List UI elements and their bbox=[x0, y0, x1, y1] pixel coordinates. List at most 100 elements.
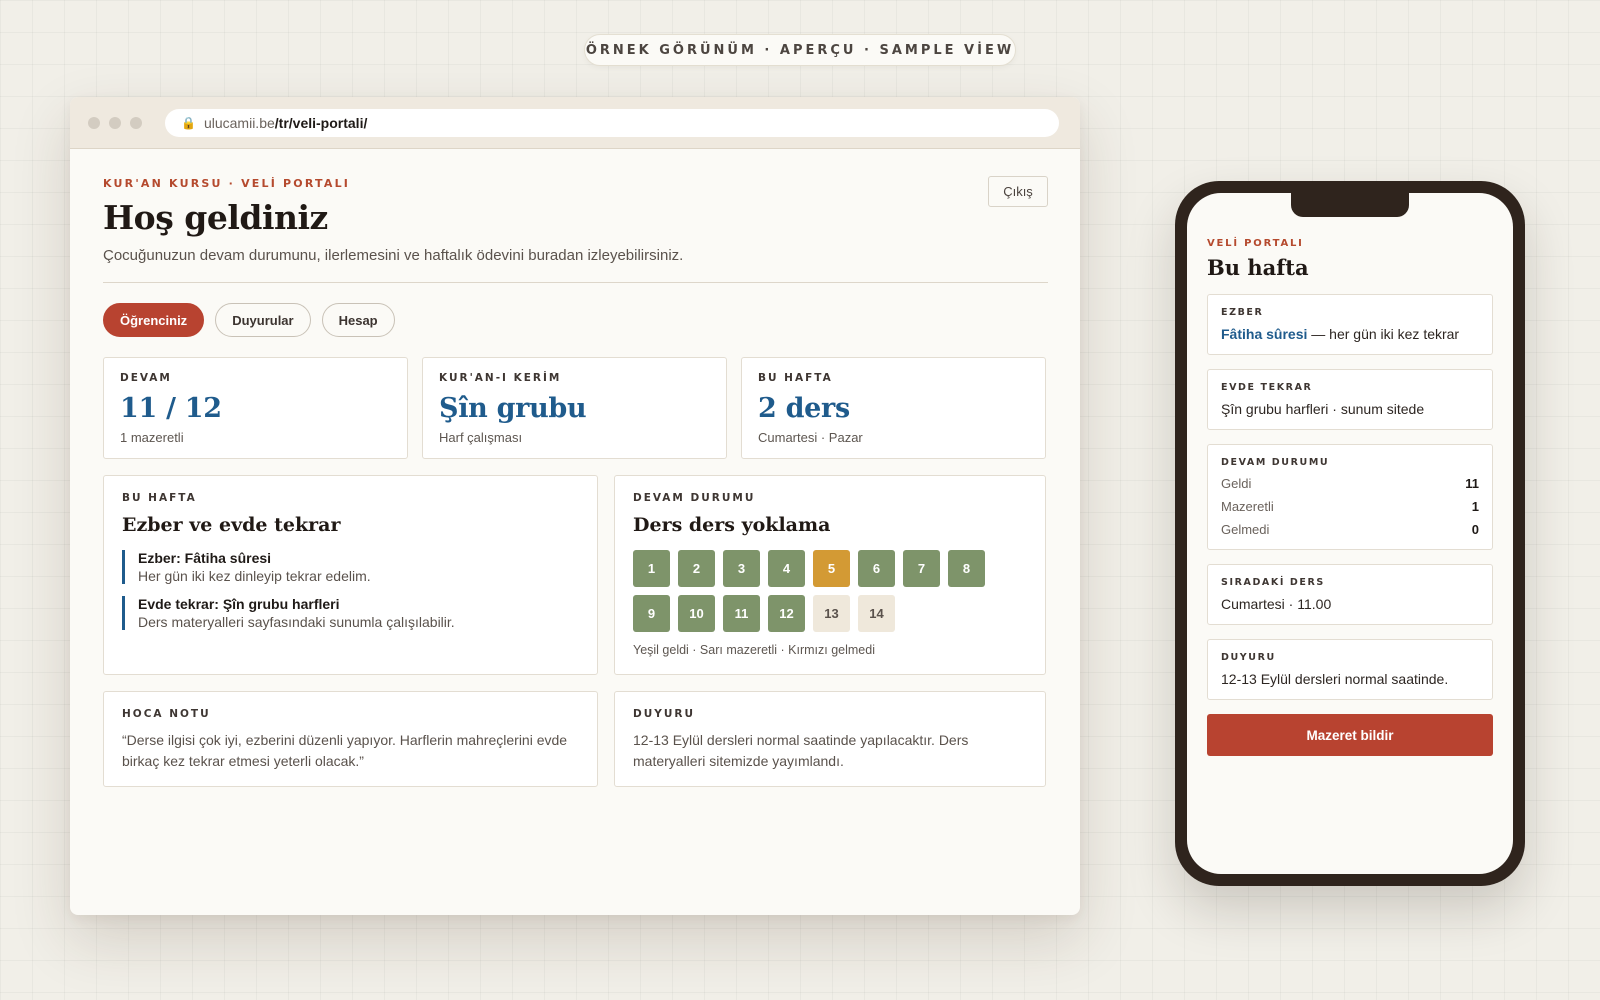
sample-view-caption: ÖRNEK GÖRÜNÜM · APERÇU · SAMPLE VİEW bbox=[584, 34, 1016, 66]
lesson-cell: 3 bbox=[723, 550, 760, 587]
phone-attendance-label: DEVAM DURUMU bbox=[1221, 457, 1330, 468]
stat-label: KUR'AN-I KERİM bbox=[439, 372, 562, 384]
stat-value: 2 ders bbox=[758, 393, 850, 424]
divider bbox=[103, 282, 1048, 283]
phone-memorize-card: EZBER Fâtiha sûresi — her gün iki kez te… bbox=[1207, 294, 1493, 355]
homework-item-text: Her gün iki kez dinleyip tekrar edelim. bbox=[138, 568, 371, 584]
attendance-row-present: Geldi 11 bbox=[1221, 476, 1479, 491]
stat-card-this-week: BU HAFTA 2 ders Cumartesi · Pazar bbox=[741, 357, 1046, 459]
stat-card-attendance: DEVAM 11 / 12 1 mazeretli bbox=[103, 357, 408, 459]
stat-card-quran: KUR'AN-I KERİM Şîn grubu Harf çalışması bbox=[422, 357, 727, 459]
phone-memorize-label: EZBER bbox=[1221, 307, 1264, 318]
window-maximize-dot[interactable] bbox=[130, 116, 142, 129]
phone-next-lesson-text: Cumartesi · 11.00 bbox=[1221, 596, 1332, 612]
phone-memorize-text: Fâtiha sûresi — her gün iki kez tekrar bbox=[1221, 326, 1479, 342]
phone-home-review-label: EVDE TEKRAR bbox=[1221, 382, 1313, 393]
homework-title: Ezber ve evde tekrar bbox=[122, 514, 341, 536]
teacher-note-card: HOCA NOTU “Derse ilgisi çok iyi, ezberin… bbox=[103, 691, 598, 787]
phone-announcement-label: DUYURU bbox=[1221, 652, 1276, 663]
surah-link[interactable]: Fâtiha sûresi bbox=[1221, 326, 1307, 342]
attendance-title: Ders ders yoklama bbox=[633, 514, 831, 536]
lesson-cell: 14 bbox=[858, 595, 895, 632]
attendance-row-key: Gelmedi bbox=[1221, 522, 1270, 537]
lesson-cell: 9 bbox=[633, 595, 670, 632]
attendance-row-value: 11 bbox=[1465, 476, 1479, 491]
attendance-row-key: Geldi bbox=[1221, 476, 1252, 491]
phone-screen: VELİ PORTALI Bu hafta EZBER Fâtiha sûres… bbox=[1187, 193, 1513, 874]
stat-note: Cumartesi · Pazar bbox=[758, 430, 863, 445]
lock-icon: 🔒 bbox=[181, 115, 196, 130]
phone-eyebrow: VELİ PORTALI bbox=[1207, 238, 1304, 249]
phone-memorize-rest: — her gün iki kez tekrar bbox=[1307, 326, 1460, 342]
attendance-label: DEVAM DURUMU bbox=[633, 492, 756, 504]
address-bar[interactable]: 🔒 ulucamii.be/tr/veli-portali/ bbox=[165, 108, 1059, 137]
lesson-cell: 5 bbox=[813, 550, 850, 587]
attendance-row-excused: Mazeretli 1 bbox=[1221, 499, 1479, 514]
phone-home-review-card: EVDE TEKRAR Şîn grubu harfleri · sunum s… bbox=[1207, 369, 1493, 430]
logout-button[interactable]: Çıkış bbox=[988, 176, 1048, 207]
stat-note: 1 mazeretli bbox=[120, 430, 184, 445]
attendance-legend: Yeşil geldi · Sarı mazeretli · Kırmızı g… bbox=[633, 643, 875, 657]
stat-note: Harf çalışması bbox=[439, 430, 523, 445]
report-excuse-button[interactable]: Mazeret bildir bbox=[1207, 714, 1493, 756]
homework-item-text: Ders materyalleri sayfasındaki sunumla ç… bbox=[138, 614, 455, 630]
tab-bar: Öğrenciniz Duyurular Hesap bbox=[103, 303, 1048, 337]
lesson-cell: 11 bbox=[723, 595, 760, 632]
homework-label: BU HAFTA bbox=[122, 492, 197, 504]
page-subtitle: Çocuğunuzun devam durumunu, ilerlemesini… bbox=[103, 247, 684, 264]
browser-window: 🔒 ulucamii.be/tr/veli-portali/ KUR'AN KU… bbox=[70, 97, 1080, 915]
stat-value: Şîn grubu bbox=[439, 393, 587, 424]
lesson-cell: 7 bbox=[903, 550, 940, 587]
lesson-cell: 8 bbox=[948, 550, 985, 587]
tab-announcements[interactable]: Duyurular bbox=[215, 303, 311, 337]
homework-item-heading: Evde tekrar: Şîn grubu harfleri bbox=[138, 596, 340, 612]
browser-chrome: 🔒 ulucamii.be/tr/veli-portali/ bbox=[70, 97, 1080, 149]
attendance-row-key: Mazeretli bbox=[1221, 499, 1274, 514]
phone-next-lesson-label: SIRADAKİ DERS bbox=[1221, 577, 1325, 588]
lesson-cell: 10 bbox=[678, 595, 715, 632]
announcement-label: DUYURU bbox=[633, 708, 695, 720]
phone-announcement-text: 12-13 Eylül dersleri normal saatinde. bbox=[1221, 671, 1449, 687]
announcement-text: 12-13 Eylül dersleri normal saatinde yap… bbox=[633, 732, 969, 769]
window-close-dot[interactable] bbox=[88, 116, 100, 129]
attendance-row-value: 0 bbox=[1471, 522, 1479, 537]
phone-home-review-text: Şîn grubu harfleri · sunum sitede bbox=[1221, 401, 1425, 417]
bottom-row: HOCA NOTU “Derse ilgisi çok iyi, ezberin… bbox=[103, 691, 1048, 787]
attendance-row-value: 1 bbox=[1471, 499, 1479, 514]
announcement-card: DUYURU 12-13 Eylül dersleri normal saati… bbox=[614, 691, 1046, 787]
stat-cards: DEVAM 11 / 12 1 mazeretli KUR'AN-I KERİM… bbox=[103, 357, 1048, 459]
lesson-grid: 1 2 3 4 5 6 7 8 9 10 11 12 13 14 bbox=[633, 550, 993, 640]
homework-item-heading: Ezber: Fâtiha sûresi bbox=[138, 550, 272, 566]
middle-row: BU HAFTA Ezber ve evde tekrar Ezber: Fât… bbox=[103, 475, 1048, 675]
lesson-cell: 4 bbox=[768, 550, 805, 587]
tab-student[interactable]: Öğrenciniz bbox=[103, 303, 205, 337]
lesson-cell: 12 bbox=[768, 595, 805, 632]
stat-label: DEVAM bbox=[120, 372, 172, 384]
lesson-cell: 13 bbox=[813, 595, 850, 632]
stat-value: 11 / 12 bbox=[120, 393, 222, 424]
lesson-cell: 1 bbox=[633, 550, 670, 587]
phone-title: Bu hafta bbox=[1207, 255, 1309, 280]
homework-item: Evde tekrar: Şîn grubu harfleri Ders mat… bbox=[122, 596, 579, 630]
lesson-cell: 6 bbox=[858, 550, 895, 587]
attendance-row-absent: Gelmedi 0 bbox=[1221, 522, 1479, 537]
page-title: Hoş geldiniz bbox=[103, 198, 328, 237]
homework-item: Ezber: Fâtiha sûresi Her gün iki kez din… bbox=[122, 550, 579, 584]
phone-notch bbox=[1291, 193, 1409, 217]
tab-account[interactable]: Hesap bbox=[321, 303, 395, 337]
attendance-card: DEVAM DURUMU Ders ders yoklama 12345678 9… bbox=[614, 475, 1046, 675]
teacher-note-text: “Derse ilgisi çok iyi, ezberini düzenli … bbox=[122, 732, 568, 769]
lesson-cell: 2 bbox=[678, 550, 715, 587]
teacher-note-label: HOCA NOTU bbox=[122, 708, 211, 720]
url-domain: ulucamii.be bbox=[203, 114, 275, 131]
homework-card: BU HAFTA Ezber ve evde tekrar Ezber: Fât… bbox=[103, 475, 598, 675]
portal-page: KUR'AN KURSU · VELİ PORTALI Çıkış Hoş ge… bbox=[70, 149, 1080, 787]
phone-next-lesson-card: SIRADAKİ DERS Cumartesi · 11.00 bbox=[1207, 564, 1493, 625]
window-minimize-dot[interactable] bbox=[109, 116, 121, 129]
page-eyebrow: KUR'AN KURSU · VELİ PORTALI bbox=[103, 177, 351, 190]
stat-label: BU HAFTA bbox=[758, 372, 833, 384]
phone-attendance-card: DEVAM DURUMU Geldi 11 Mazeretli 1 Gelmedi 0 bbox=[1207, 444, 1493, 550]
url-path: /tr/veli-portali/ bbox=[274, 114, 368, 131]
phone-mockup: VELİ PORTALI Bu hafta EZBER Fâtiha sûres… bbox=[1175, 181, 1525, 886]
phone-announcement-card: DUYURU 12-13 Eylül dersleri normal saati… bbox=[1207, 639, 1493, 700]
